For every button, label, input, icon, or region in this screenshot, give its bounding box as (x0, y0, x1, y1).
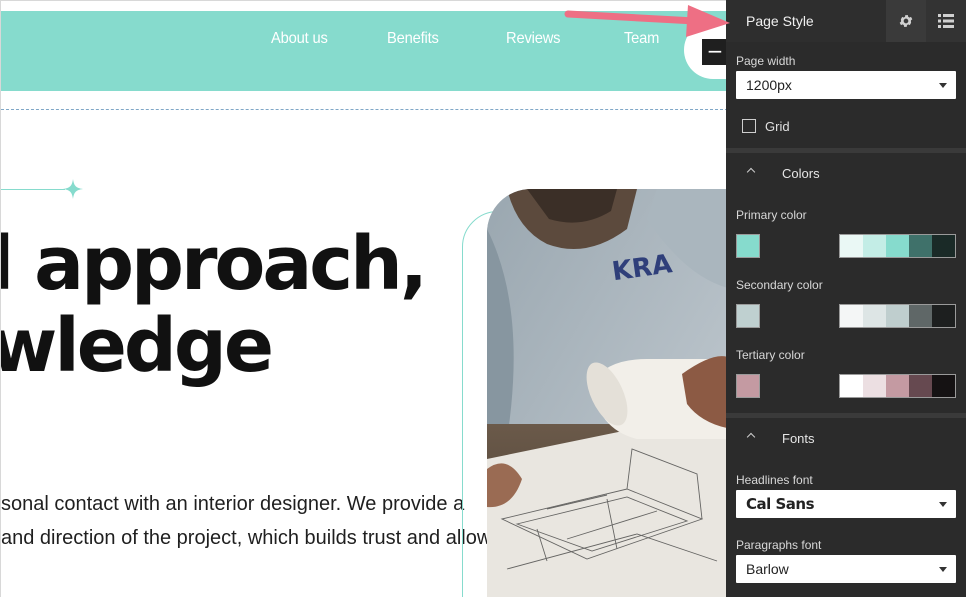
paragraphs-font-value: Barlow (746, 561, 789, 577)
panel-divider (726, 413, 966, 418)
hero-body-line1: sonal contact with an interior designer.… (1, 493, 465, 515)
headlines-font-value: Cal Sans (746, 495, 815, 513)
palette-shade-3[interactable] (909, 305, 932, 327)
palette-shade-2[interactable] (886, 305, 909, 327)
palette-shade-1[interactable] (863, 305, 886, 327)
hero-headline-line2: wledge (0, 303, 274, 389)
palette-shade-0[interactable] (840, 235, 863, 257)
primary-color-swatch[interactable] (736, 234, 760, 258)
section-guide-line (1, 109, 727, 110)
headlines-font-select[interactable]: Cal Sans (736, 490, 956, 518)
primary-color-palette[interactable] (839, 234, 956, 258)
page-width-select[interactable]: 1200px (736, 71, 956, 99)
chevron-up-icon (746, 167, 756, 177)
colors-section-toggle[interactable]: Colors (726, 155, 966, 191)
paragraphs-font-select[interactable]: Barlow (736, 555, 956, 583)
hero-body-line2: and direction of the project, which buil… (1, 527, 502, 549)
grid-checkbox[interactable] (742, 119, 756, 133)
palette-shade-2[interactable] (886, 375, 909, 397)
fonts-section-title: Fonts (782, 431, 815, 446)
fonts-section-toggle[interactable]: Fonts (726, 420, 966, 456)
secondary-color-swatch[interactable] (736, 304, 760, 328)
palette-shade-2[interactable] (886, 235, 909, 257)
palette-shade-4[interactable] (932, 305, 955, 327)
gear-icon (899, 15, 913, 27)
hero-headline: l approach, wledge (0, 221, 428, 389)
colors-section-title: Colors (782, 166, 820, 181)
designer-photo: KRA (487, 189, 727, 597)
site-navbar (1, 11, 727, 91)
secondary-color-label: Secondary color (736, 278, 823, 292)
chevron-down-icon (939, 83, 947, 88)
list-icon (938, 14, 954, 28)
grid-label: Grid (765, 119, 790, 134)
tertiary-color-palette[interactable] (839, 374, 956, 398)
nav-link-about-us[interactable]: About us (271, 30, 328, 48)
palette-shade-3[interactable] (909, 375, 932, 397)
hero-image[interactable]: KRA (487, 189, 727, 597)
sparkle-icon (63, 179, 83, 199)
hero-body-text: sonal contact with an interior designer.… (1, 487, 501, 555)
page-width-label: Page width (736, 54, 796, 68)
settings-button[interactable] (886, 0, 926, 42)
palette-shade-4[interactable] (932, 235, 955, 257)
panel-title: Page Style (746, 13, 814, 29)
panel-header: Page Style (726, 0, 966, 42)
nav-link-team[interactable]: Team (624, 30, 659, 48)
tertiary-color-swatch[interactable] (736, 374, 760, 398)
chevron-up-icon (746, 432, 756, 442)
layers-button[interactable] (926, 0, 966, 42)
palette-shade-1[interactable] (863, 235, 886, 257)
page-style-panel: Page Style Page width 1200px Grid Colors… (726, 0, 966, 597)
page-width-value: 1200px (746, 77, 792, 93)
website-canvas: About us Benefits Reviews Team − l appro… (0, 0, 727, 597)
tertiary-color-label: Tertiary color (736, 348, 805, 362)
nav-link-reviews[interactable]: Reviews (506, 30, 561, 48)
palette-shade-1[interactable] (863, 375, 886, 397)
chevron-down-icon (939, 502, 947, 507)
headlines-font-label: Headlines font (736, 473, 813, 487)
palette-shade-0[interactable] (840, 375, 863, 397)
panel-divider (726, 148, 966, 153)
paragraphs-font-label: Paragraphs font (736, 538, 822, 552)
nav-link-benefits[interactable]: Benefits (387, 30, 439, 48)
collapse-button[interactable]: − (702, 39, 727, 65)
chevron-down-icon (939, 567, 947, 572)
decorative-line (1, 189, 65, 190)
secondary-color-palette[interactable] (839, 304, 956, 328)
palette-shade-4[interactable] (932, 375, 955, 397)
primary-color-label: Primary color (736, 208, 807, 222)
hero-headline-line1: l approach, (0, 221, 428, 307)
palette-shade-3[interactable] (909, 235, 932, 257)
palette-shade-0[interactable] (840, 305, 863, 327)
